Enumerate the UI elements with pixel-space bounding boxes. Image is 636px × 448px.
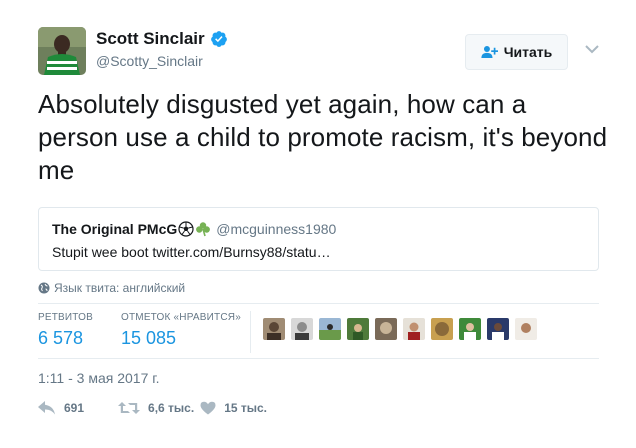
quoted-tweet-header: The Original PMcG @mcguinness1980: [52, 221, 336, 237]
follow-button-label: Читать: [503, 44, 553, 60]
tweet-actions: 691 6,6 тыс. 15 тыс.: [38, 401, 267, 415]
chevron-down-icon[interactable]: [585, 44, 599, 54]
retweet-icon: [118, 402, 141, 414]
likes-stat[interactable]: ОТМЕТОК «НРАВИТСЯ» 15 085: [121, 312, 241, 349]
quoted-author-handle: @mcguinness1980: [216, 221, 337, 237]
likes-label: ОТМЕТОК «НРАВИТСЯ»: [121, 312, 241, 323]
liker-avatar[interactable]: [459, 318, 481, 340]
tweet-text: Absolutely disgusted yet again, how can …: [38, 89, 608, 185]
quoted-author-emojis: [178, 221, 211, 237]
quoted-author-name: The Original PMcG: [52, 221, 178, 237]
retweets-value: 6 578: [38, 328, 84, 348]
author-name-row[interactable]: Scott Sinclair: [96, 29, 228, 49]
divider-top: [38, 303, 599, 304]
liker-avatar[interactable]: [263, 318, 285, 340]
liker-avatar[interactable]: [375, 318, 397, 340]
retweet-button[interactable]: 6,6 тыс.: [118, 401, 194, 415]
divider-bottom: [38, 358, 599, 359]
liker-avatar[interactable]: [515, 318, 537, 340]
tweet-language-label: Язык твита: английский: [54, 281, 186, 295]
reply-button[interactable]: 691: [38, 401, 84, 415]
retweets-stat[interactable]: РЕТВИТОВ 6 578: [38, 312, 93, 349]
likes-value: 15 085: [121, 328, 177, 348]
liker-avatar[interactable]: [431, 318, 453, 340]
add-user-icon: [481, 46, 498, 58]
liker-avatar[interactable]: [291, 318, 313, 340]
reply-icon: [38, 401, 55, 415]
quoted-tweet[interactable]: The Original PMcG @mcguinness1980 Stupit…: [38, 207, 599, 271]
stats-separator: [250, 311, 251, 353]
quoted-tweet-text: Stupit wee boot twitter.com/Burnsy88/sta…: [52, 244, 331, 260]
liker-avatar[interactable]: [347, 318, 369, 340]
liker-avatar[interactable]: [487, 318, 509, 340]
verified-badge-icon: [210, 31, 227, 47]
heart-icon: [200, 401, 216, 415]
retweets-label: РЕТВИТОВ: [38, 312, 94, 323]
tweet-language: Язык твита: английский: [38, 281, 185, 295]
like-count: 15 тыс.: [224, 401, 268, 415]
retweet-count: 6,6 тыс.: [148, 401, 195, 415]
like-button[interactable]: 15 тыс.: [200, 401, 267, 415]
soccer-ball-icon: [178, 221, 194, 237]
globe-icon: [38, 282, 50, 294]
liker-avatar[interactable]: [403, 318, 425, 340]
tweet-timestamp[interactable]: 1:11 - 3 мая 2017 г.: [38, 370, 160, 386]
follow-button[interactable]: Читать: [465, 34, 568, 70]
reply-count: 691: [64, 401, 85, 415]
shamrock-icon: [196, 222, 211, 237]
liker-avatar[interactable]: [319, 318, 341, 340]
tweet-card: Scott Sinclair @Scotty_Sinclair Читать A…: [0, 0, 636, 448]
author-handle[interactable]: @Scotty_Sinclair: [96, 53, 203, 69]
author-name[interactable]: Scott Sinclair: [96, 29, 205, 49]
likers-avatars: [263, 318, 537, 340]
author-avatar[interactable]: [38, 27, 86, 75]
